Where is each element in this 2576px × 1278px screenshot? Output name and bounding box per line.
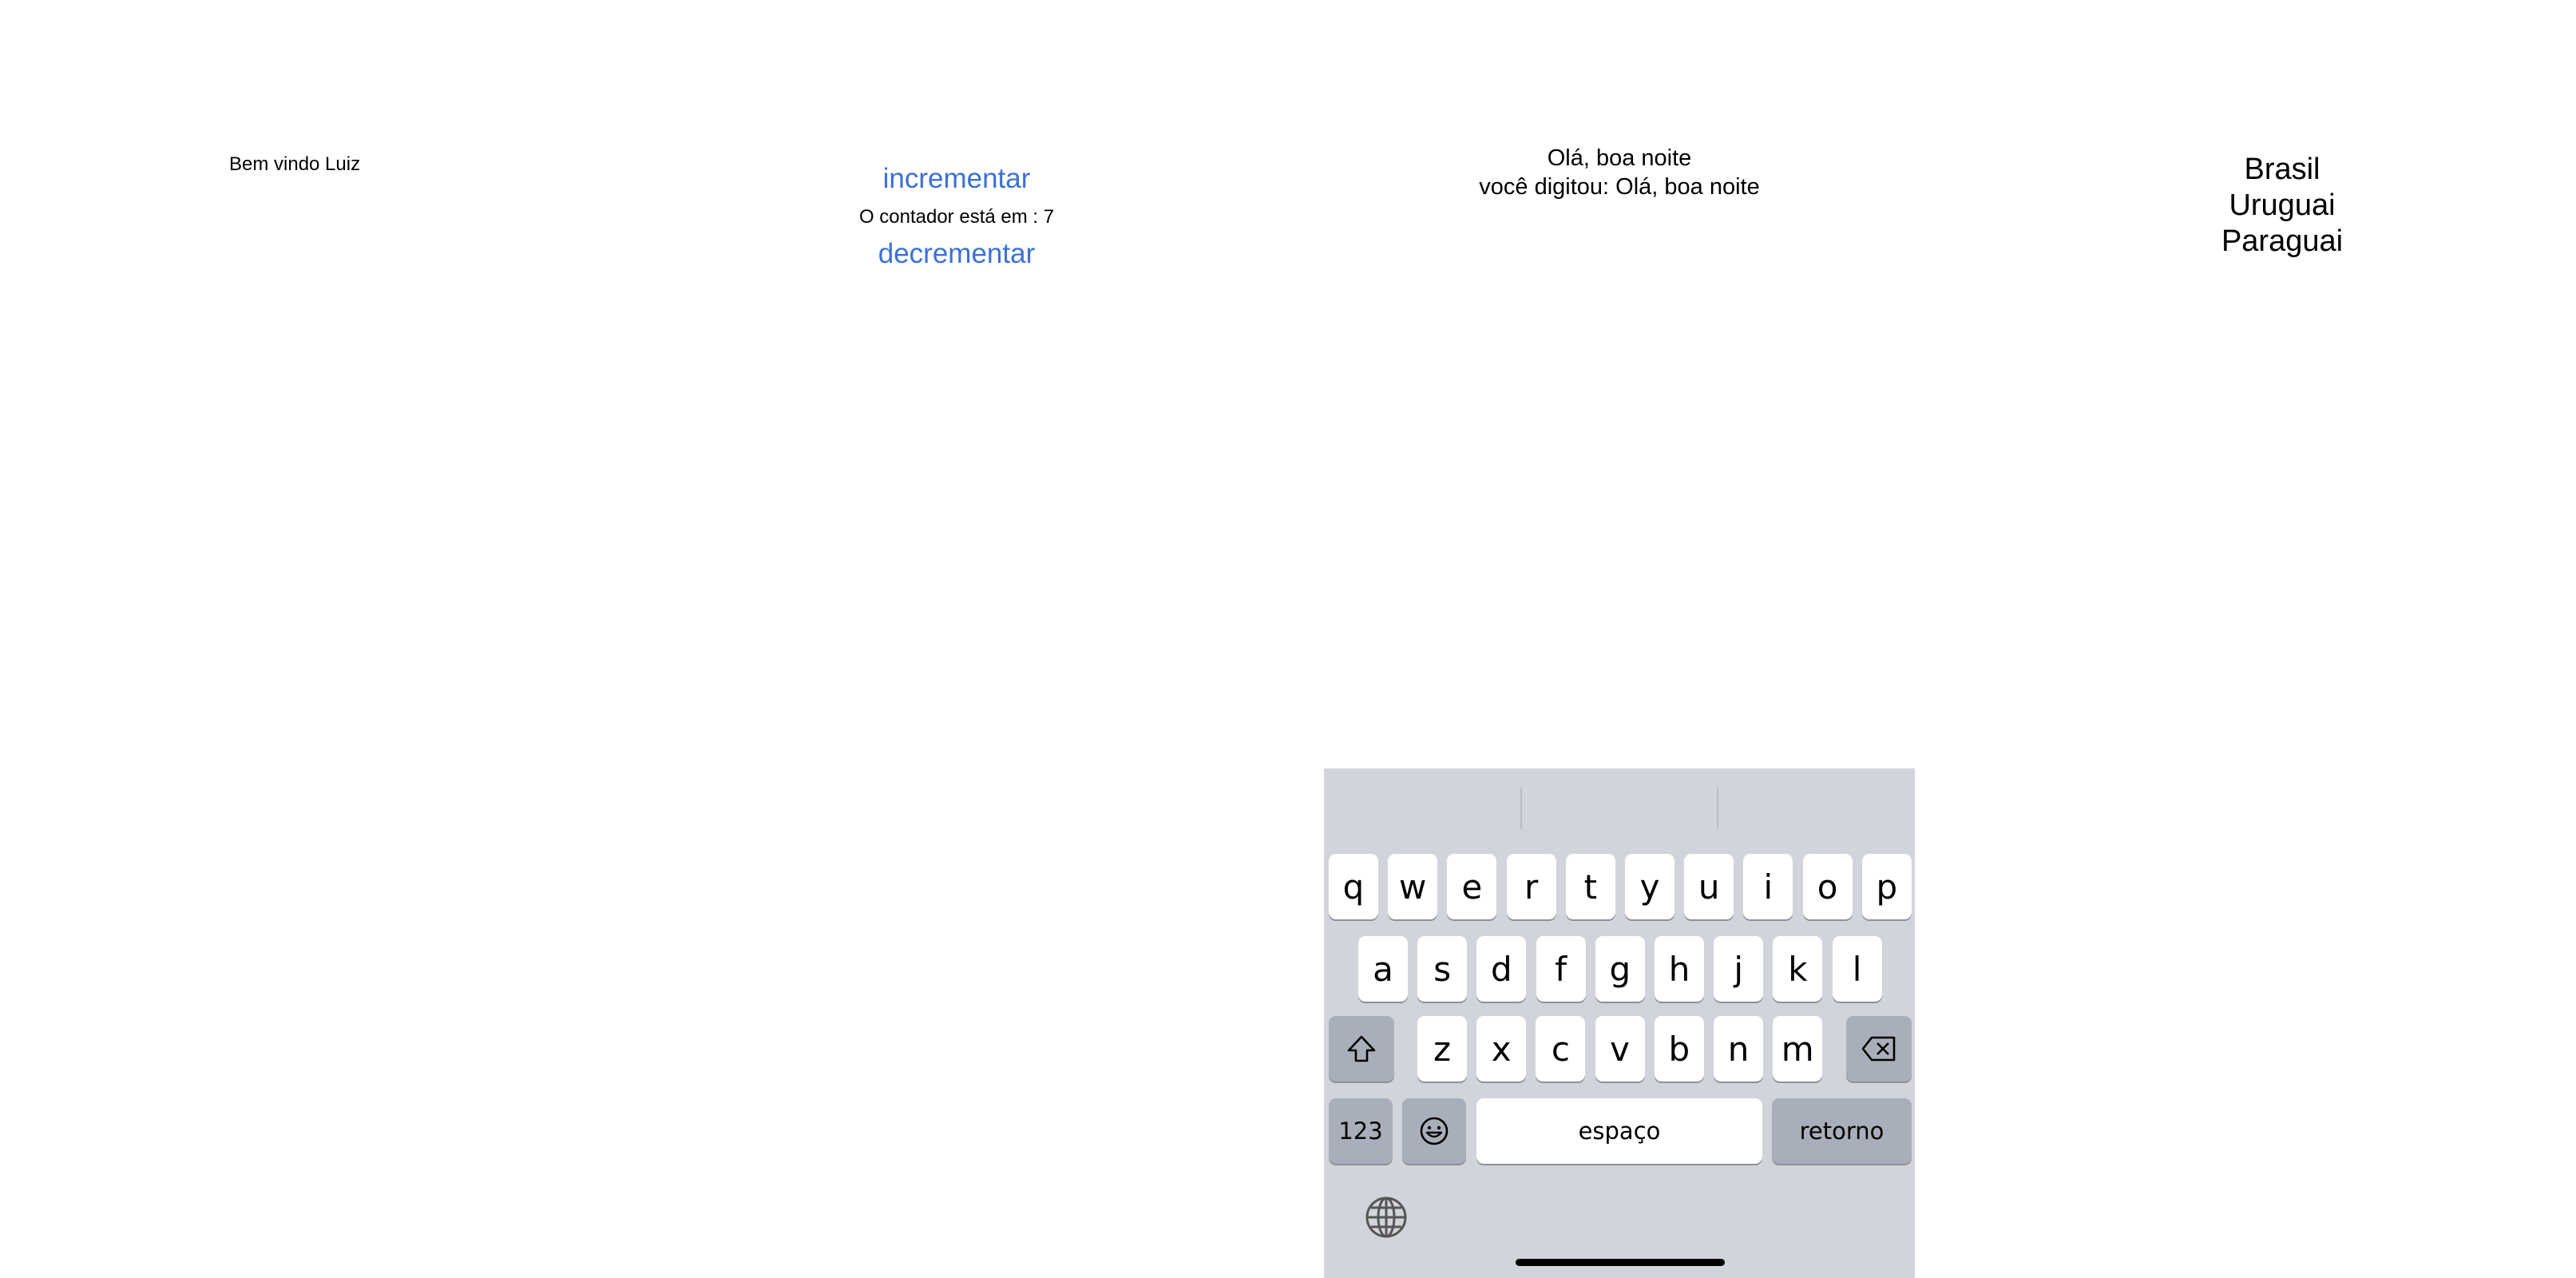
shift-icon: [1347, 1035, 1376, 1062]
suggestion-bar[interactable]: [1324, 768, 1915, 847]
key-d[interactable]: d: [1476, 936, 1527, 1002]
country-list: Brasil Uruguai Paraguai: [1987, 152, 2576, 260]
suggestion-divider: [1717, 788, 1718, 829]
list-item: Paraguai: [2221, 224, 2344, 258]
key-w[interactable]: w: [1388, 854, 1438, 919]
keyboard: qwertyuiop asdfghjkl zxcvbnm 123 espaço …: [1324, 768, 1915, 1278]
welcome-text: Bem vindo Luiz: [229, 153, 361, 175]
emoji-icon: [1420, 1117, 1449, 1145]
increment-button[interactable]: incrementar: [883, 160, 1031, 198]
list-item: Uruguai: [2229, 189, 2336, 222]
key-u[interactable]: u: [1684, 854, 1734, 919]
list-item: Brasil: [2244, 153, 2320, 186]
suggestion-divider: [1520, 788, 1522, 829]
key-h[interactable]: h: [1655, 936, 1704, 1002]
key-k[interactable]: k: [1773, 936, 1823, 1002]
key-y[interactable]: y: [1625, 854, 1674, 919]
typed-text-input[interactable]: Olá, boa noite: [1324, 144, 1915, 173]
numbers-key[interactable]: 123: [1329, 1098, 1393, 1164]
key-m[interactable]: m: [1773, 1016, 1823, 1082]
key-b[interactable]: b: [1654, 1016, 1704, 1082]
key-q[interactable]: q: [1329, 854, 1378, 919]
echo-text: você digitou: Olá, boa noite: [1479, 174, 1760, 200]
key-j[interactable]: j: [1714, 936, 1764, 1002]
counter-screen: incrementar O contador está em : 7 decre…: [661, 0, 1252, 1278]
globe-icon[interactable]: [1364, 1195, 1409, 1240]
key-n[interactable]: n: [1714, 1016, 1763, 1082]
country-list-screen: Brasil Uruguai Paraguai: [1987, 0, 2576, 1278]
key-g[interactable]: g: [1595, 936, 1645, 1002]
key-o[interactable]: o: [1802, 854, 1853, 919]
key-f[interactable]: f: [1536, 936, 1586, 1002]
welcome-screen: Bem vindo Luiz: [0, 0, 591, 1278]
space-key[interactable]: espaço: [1476, 1098, 1762, 1164]
key-r[interactable]: r: [1506, 854, 1556, 919]
key-a[interactable]: a: [1358, 936, 1408, 1002]
key-t[interactable]: t: [1565, 854, 1615, 919]
home-indicator[interactable]: [1516, 1259, 1725, 1266]
key-p[interactable]: p: [1861, 854, 1912, 919]
echo-panel: Olá, boa noite você digitou: Olá, boa no…: [1324, 144, 1915, 201]
shift-key[interactable]: [1329, 1016, 1394, 1082]
counter-panel: incrementar O contador está em : 7 decre…: [661, 160, 1252, 273]
key-l[interactable]: l: [1832, 936, 1882, 1002]
key-s[interactable]: s: [1417, 936, 1468, 1002]
backspace-icon: [1861, 1036, 1896, 1062]
return-key[interactable]: retorno: [1772, 1098, 1912, 1164]
emoji-key[interactable]: [1402, 1098, 1466, 1164]
decrement-button[interactable]: decrementar: [878, 235, 1035, 273]
key-c[interactable]: c: [1536, 1016, 1586, 1082]
key-z[interactable]: z: [1417, 1016, 1467, 1082]
key-v[interactable]: v: [1595, 1016, 1645, 1082]
key-e[interactable]: e: [1447, 854, 1497, 919]
counter-text: O contador está em : 7: [858, 206, 1055, 228]
key-x[interactable]: x: [1476, 1016, 1527, 1082]
key-i[interactable]: i: [1743, 854, 1793, 919]
backspace-key[interactable]: [1846, 1016, 1912, 1082]
